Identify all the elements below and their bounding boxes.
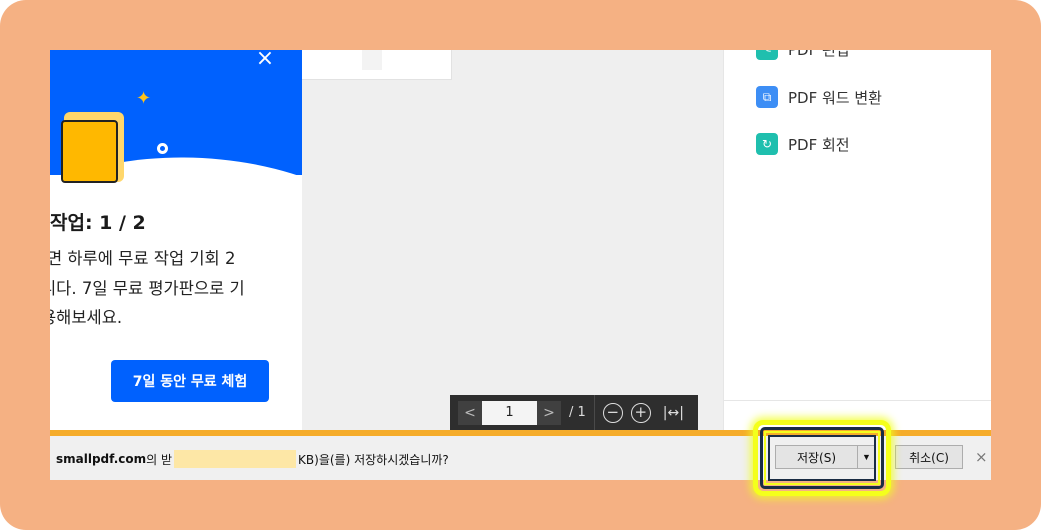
- close-icon[interactable]: ×: [255, 50, 275, 70]
- zoom-in-icon[interactable]: +: [630, 402, 651, 423]
- download-suffix: KB)을(를) 저장하시겠습니까?: [298, 452, 449, 467]
- free-trial-button[interactable]: 7일 동안 무료 체험: [111, 360, 269, 402]
- tool-pdf-to-word[interactable]: ⧉ PDF 워드 변환: [756, 86, 882, 108]
- pdf-page-preview: [302, 50, 452, 80]
- ring-decoration: [157, 143, 168, 154]
- download-message: smallpdf.com 의 받 KB)을(를) 저장하시겠습니까?: [56, 450, 449, 468]
- modal-body-line: 니다. 7일 무료 평가판으로 기: [50, 278, 245, 298]
- browser-viewport: × ✦ 작업: 1 / 2 -면 하루에 무료 작업 기회 2 니다. 7일 무…: [50, 50, 991, 480]
- tool-pdf-rotate[interactable]: ↻ PDF 회전: [756, 133, 850, 155]
- zoom-out-icon[interactable]: −: [602, 402, 623, 423]
- modal-title: 작업: 1 / 2: [50, 212, 146, 234]
- redacted-filename: [174, 450, 297, 468]
- upgrade-modal: × ✦ 작업: 1 / 2 -면 하루에 무료 작업 기회 2 니다. 7일 무…: [50, 50, 302, 430]
- edit-icon: ✎: [756, 50, 778, 60]
- sparkle-icon: ✦: [136, 88, 152, 109]
- modal-body-line: -면 하루에 무료 작업 기회 2: [50, 249, 236, 268]
- tool-label: PDF 워드 변환: [788, 88, 882, 107]
- tools-panel: ✎ PDF 편집 ⧉ PDF 워드 변환 ↻ PDF 회전: [723, 50, 991, 430]
- tool-pdf-edit[interactable]: ✎ PDF 편집: [756, 50, 850, 60]
- download-prefix: 의 받: [146, 452, 173, 467]
- page-toolbar: < > / 1 − + |↔|: [450, 395, 698, 430]
- screenshot-frame: × ✦ 작업: 1 / 2 -면 하루에 무료 작업 기회 2 니다. 7일 무…: [0, 0, 1041, 530]
- modal-body-line: 용해보세요.: [50, 308, 123, 327]
- cancel-button[interactable]: 취소(C): [895, 445, 963, 469]
- prev-page-button[interactable]: <: [458, 400, 482, 425]
- document-illustration-icon: [61, 120, 118, 183]
- save-button-highlight: [753, 420, 891, 496]
- next-page-button[interactable]: >: [537, 400, 561, 425]
- convert-icon: ⧉: [756, 86, 778, 108]
- close-icon[interactable]: ×: [975, 448, 988, 466]
- modal-body-text: -면 하루에 무료 작업 기회 2 니다. 7일 무료 평가판으로 기 용해보세…: [50, 244, 286, 333]
- tool-label: PDF 회전: [788, 135, 850, 154]
- page-total: / 1: [569, 405, 586, 420]
- page-number-input[interactable]: [482, 400, 537, 425]
- download-host: smallpdf.com: [56, 452, 147, 466]
- fit-width-icon[interactable]: |↔|: [663, 405, 684, 421]
- rotate-icon: ↻: [756, 133, 778, 155]
- tool-label: PDF 편집: [788, 50, 850, 60]
